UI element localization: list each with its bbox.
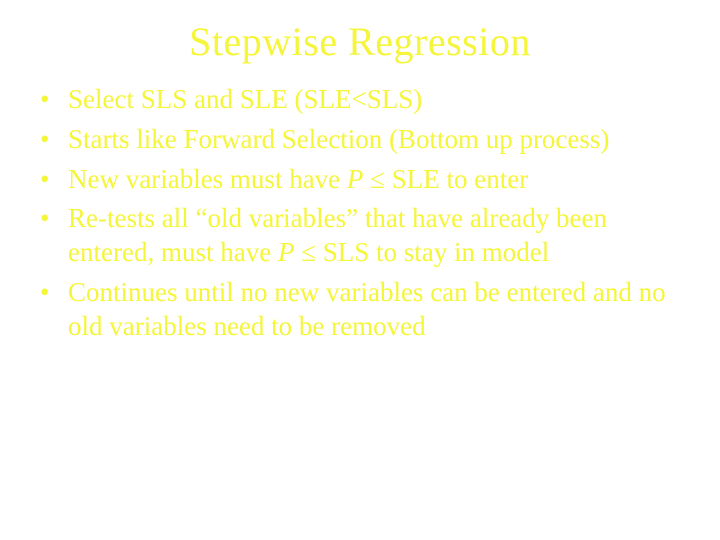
variable-symbol: P bbox=[347, 164, 364, 194]
variable-symbol: P bbox=[278, 237, 295, 267]
list-item: Continues until no new variables can be … bbox=[40, 276, 690, 344]
list-item: New variables must have P ≤ SLE to enter bbox=[40, 163, 690, 197]
bullet-list: Select SLS and SLE (SLE<SLS) Starts like… bbox=[30, 83, 690, 343]
bullet-text-post: ≤ SLE to enter bbox=[363, 164, 528, 194]
bullet-text-pre: New variables must have bbox=[68, 164, 347, 194]
bullet-text: Select SLS and SLE (SLE<SLS) bbox=[68, 84, 422, 114]
slide-title: Stepwise Regression bbox=[30, 18, 690, 65]
bullet-text-post: ≤ SLS to stay in model bbox=[294, 237, 549, 267]
slide: Stepwise Regression Select SLS and SLE (… bbox=[0, 0, 720, 540]
bullet-text: Continues until no new variables can be … bbox=[68, 277, 666, 341]
list-item: Select SLS and SLE (SLE<SLS) bbox=[40, 83, 690, 117]
list-item: Starts like Forward Selection (Bottom up… bbox=[40, 123, 690, 157]
bullet-text: Starts like Forward Selection (Bottom up… bbox=[68, 124, 609, 154]
list-item: Re-tests all “old variables” that have a… bbox=[40, 202, 690, 270]
